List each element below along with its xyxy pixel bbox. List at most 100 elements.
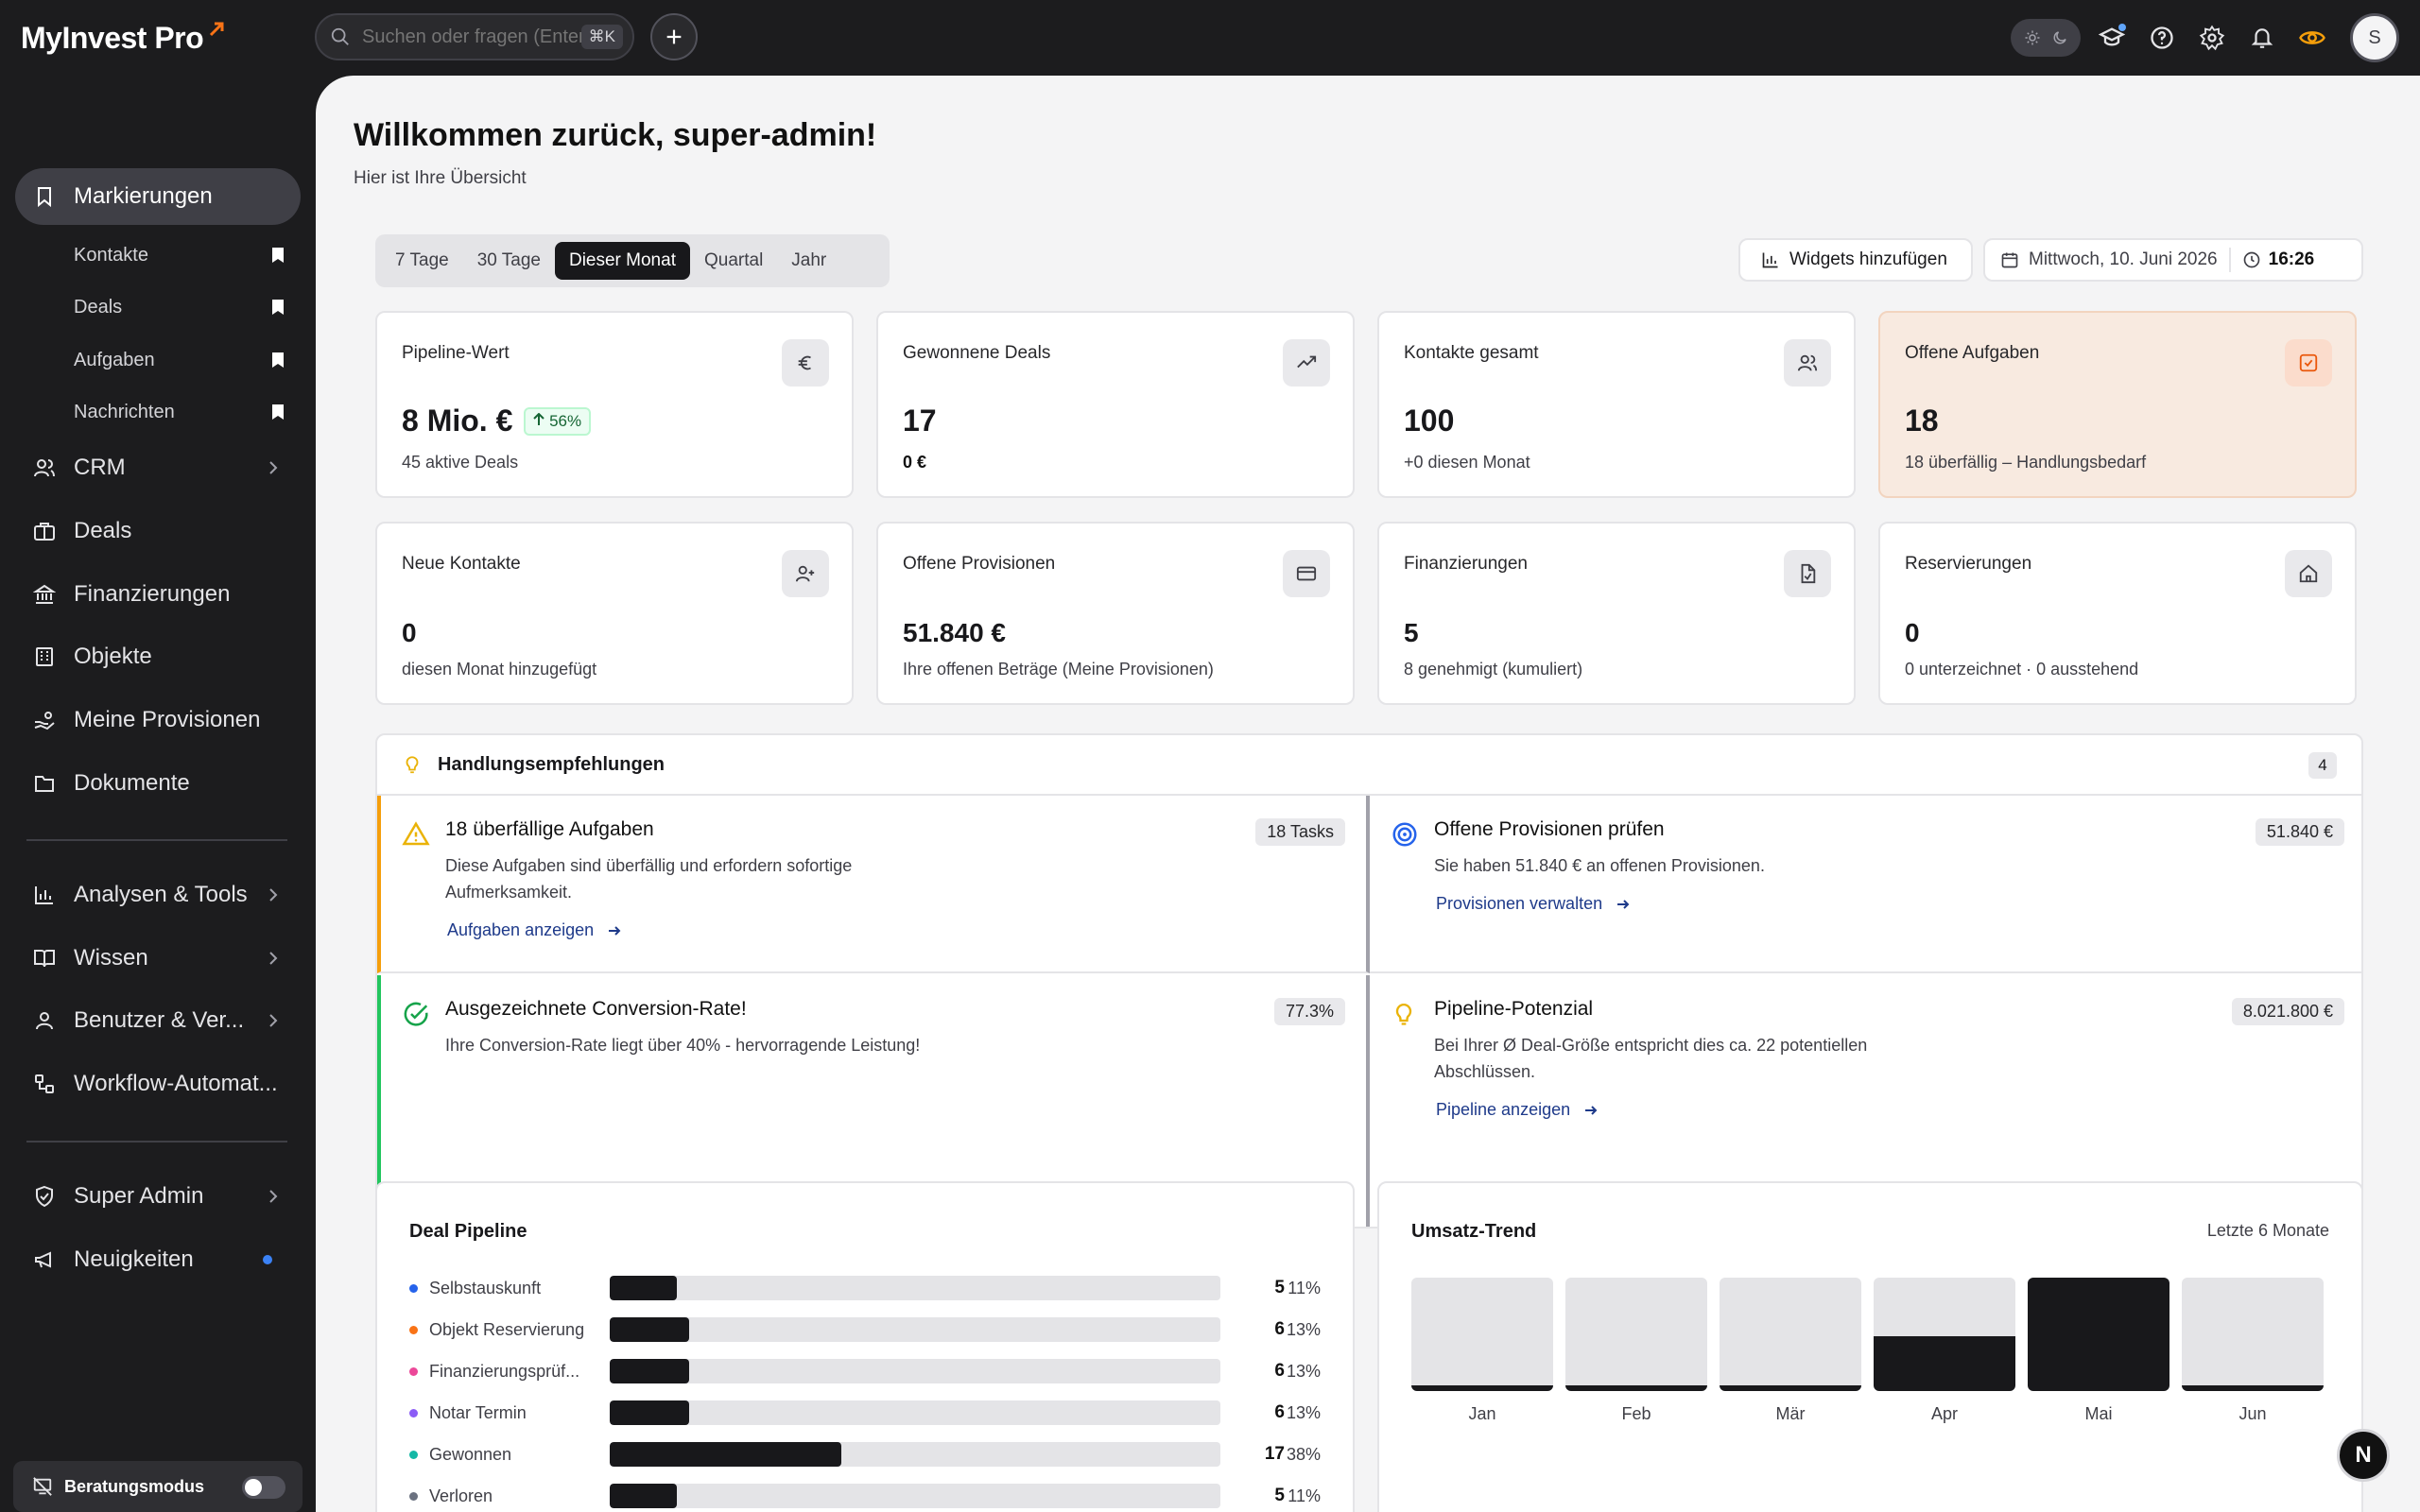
notifications-button[interactable]	[2246, 22, 2278, 54]
pipeline-stage-row[interactable]: Notar Termin 6 13%	[409, 1399, 1321, 1427]
kpi-card-pipeline[interactable]: Pipeline-Wert 8 Mio. € 56% 45 aktive Dea…	[375, 311, 854, 498]
kpi-card-reservations[interactable]: Reservierungen 0 0 unterzeichnet · 0 aus…	[1878, 522, 2357, 705]
kpi-card-open-tasks[interactable]: Offene Aufgaben 18 18 überfällig – Handl…	[1878, 311, 2357, 498]
topbar: MyInvest Pro ⌘K	[0, 0, 2420, 76]
current-time: 16:26	[2268, 249, 2315, 269]
beratungsmodus-toggle-row[interactable]: Beratungsmodus	[13, 1461, 302, 1512]
stage-bar-fill	[610, 1276, 678, 1300]
sidebar-item-finanzierungen[interactable]: Finanzierungen	[15, 566, 301, 623]
show-tasks-link[interactable]: Aufgaben anzeigen	[447, 920, 622, 940]
kpi-subtext: 45 aktive Deals	[402, 453, 519, 472]
user-avatar[interactable]: S	[2350, 13, 2399, 62]
sidebar-item-analysen[interactable]: Analysen & Tools	[15, 867, 301, 923]
search-shortcut: ⌘K	[580, 25, 623, 49]
kpi-card-open-commissions[interactable]: Offene Provisionen 51.840 € Ihre offenen…	[876, 522, 1355, 705]
stage-label: Selbstauskunft	[429, 1278, 542, 1297]
sidebar-item-crm[interactable]: CRM	[15, 439, 301, 496]
pipeline-stage-row[interactable]: Finanzierungsprüf... 6 13%	[409, 1357, 1321, 1385]
trend-bar[interactable]	[2028, 1278, 2169, 1391]
sidebar-item-objekte[interactable]: Objekte	[15, 628, 301, 685]
sidebar-item-dokumente[interactable]: Dokumente	[15, 755, 301, 812]
assistant-fab-button[interactable]: N	[2337, 1429, 2390, 1482]
workflow-icon	[35, 1074, 54, 1093]
sidebar-item-provisionen[interactable]: Meine Provisionen	[15, 692, 301, 748]
add-widgets-button[interactable]: Widgets hinzufügen	[1738, 238, 1973, 282]
manage-commissions-link[interactable]: Provisionen verwalten	[1436, 894, 1631, 914]
rec-check-commissions: Offene Provisionen prüfen Sie haben 51.8…	[1370, 796, 2361, 973]
trend-bar-fill	[1874, 1336, 2015, 1391]
academy-button[interactable]	[2096, 22, 2128, 54]
sidebar-item-label: Finanzierungen	[74, 581, 231, 607]
recommendations-count: 4	[2308, 752, 2337, 779]
check-circle-icon	[404, 1002, 428, 1026]
arrow-right-icon	[1585, 1105, 1598, 1115]
beratungsmodus-switch[interactable]	[242, 1476, 285, 1499]
stage-color-dot	[409, 1491, 418, 1501]
sidebar-item-benutzer[interactable]: Benutzer & Ver...	[15, 992, 301, 1049]
period-quartal[interactable]: Quartal	[690, 242, 777, 280]
kpi-card-won-deals[interactable]: Gewonnene Deals 17 0 €	[876, 311, 1355, 498]
trend-bar-fill	[2028, 1278, 2169, 1391]
pipeline-stage-row[interactable]: Objekt Reservierung 6 13%	[409, 1315, 1321, 1344]
bar-chart-icon	[35, 886, 53, 904]
search-icon	[331, 27, 349, 45]
sidebar-item-markierungen[interactable]: Markierungen	[15, 168, 301, 225]
visibility-button[interactable]	[2296, 22, 2328, 54]
sidebar-item-neuigkeiten[interactable]: Neuigkeiten	[15, 1231, 301, 1288]
kpi-card-new-contacts[interactable]: Neue Kontakte 0 diesen Monat hinzugefügt	[375, 522, 854, 705]
period-dieser-monat[interactable]: Dieser Monat	[554, 242, 690, 280]
sidebar-item-workflow[interactable]: Workflow-Automat...	[15, 1056, 301, 1112]
trend-bar[interactable]	[1565, 1278, 1707, 1391]
pipeline-stage-row[interactable]: Verloren 5 11%	[409, 1482, 1321, 1510]
stage-bar-fill	[610, 1400, 689, 1425]
pipeline-stage-row[interactable]: Selbstauskunft 5 11%	[409, 1274, 1321, 1302]
sidebar-item-label: Dokumente	[74, 770, 190, 796]
date-divider	[2228, 248, 2231, 272]
alert-triangle-icon	[402, 821, 430, 846]
stage-bar-track	[610, 1276, 1220, 1300]
kpi-card-financing[interactable]: Finanzierungen 5 8 genehmigt (kumuliert)	[1377, 522, 1856, 705]
app-logo[interactable]: MyInvest Pro	[21, 19, 226, 57]
sidebar-divider	[26, 839, 287, 841]
trend-bar[interactable]	[1720, 1278, 1861, 1391]
quick-add-button[interactable]	[650, 13, 698, 60]
kpi-icon-box	[1784, 550, 1831, 597]
period-jahr[interactable]: Jahr	[777, 242, 840, 280]
trend-bar[interactable]	[1874, 1278, 2015, 1391]
chevron-right-icon	[269, 888, 278, 902]
theme-toggle[interactable]	[2011, 19, 2081, 57]
stage-bar-fill	[610, 1484, 678, 1508]
show-pipeline-link[interactable]: Pipeline anzeigen	[1436, 1100, 1599, 1120]
rec-link-label: Pipeline anzeigen	[1436, 1100, 1571, 1119]
stage-percent: 11%	[1288, 1278, 1321, 1297]
avatar-initial: S	[2368, 26, 2381, 48]
bookmark-filled-icon	[272, 300, 284, 315]
period-30-tage[interactable]: 30 Tage	[463, 242, 555, 280]
help-button[interactable]	[2146, 22, 2178, 54]
kpi-card-contacts[interactable]: Kontakte gesamt 100 +0 diesen Monat	[1377, 311, 1856, 498]
trend-bar[interactable]	[1411, 1278, 1553, 1391]
rec-badge: 51.840 €	[2255, 818, 2344, 846]
bookmark-item-aufgaben[interactable]: Aufgaben	[74, 346, 285, 374]
bookmark-item-kontakte[interactable]: Kontakte	[74, 241, 285, 269]
settings-button[interactable]	[2196, 22, 2228, 54]
trend-bar[interactable]	[2182, 1278, 2324, 1391]
kpi-icon-box	[782, 550, 829, 597]
pipeline-stage-row[interactable]: Gewonnen 17 38%	[409, 1440, 1321, 1469]
search-bar[interactable]: ⌘K	[315, 13, 634, 60]
sidebar-item-superadmin[interactable]: Super Admin	[15, 1168, 301, 1225]
kpi-title: Kontakte gesamt	[1404, 343, 1539, 363]
folder-icon	[35, 776, 54, 792]
sidebar-item-wissen[interactable]: Wissen	[15, 930, 301, 987]
bookmark-item-deals[interactable]: Deals	[74, 293, 285, 321]
search-input[interactable]	[362, 26, 581, 48]
lightbulb-icon	[1395, 1003, 1412, 1025]
kpi-icon-box	[1784, 339, 1831, 387]
kpi-value: 8 Mio. €	[402, 404, 513, 438]
kpi-title: Gewonnene Deals	[903, 343, 1051, 363]
period-7-tage[interactable]: 7 Tage	[381, 242, 463, 280]
bookmark-item-nachrichten[interactable]: Nachrichten	[74, 398, 285, 426]
rec-description: Ihre Conversion-Rate liegt über 40% - he…	[445, 1036, 921, 1055]
sidebar-item-deals[interactable]: Deals	[15, 503, 301, 559]
stage-percent: 11%	[1288, 1486, 1321, 1505]
